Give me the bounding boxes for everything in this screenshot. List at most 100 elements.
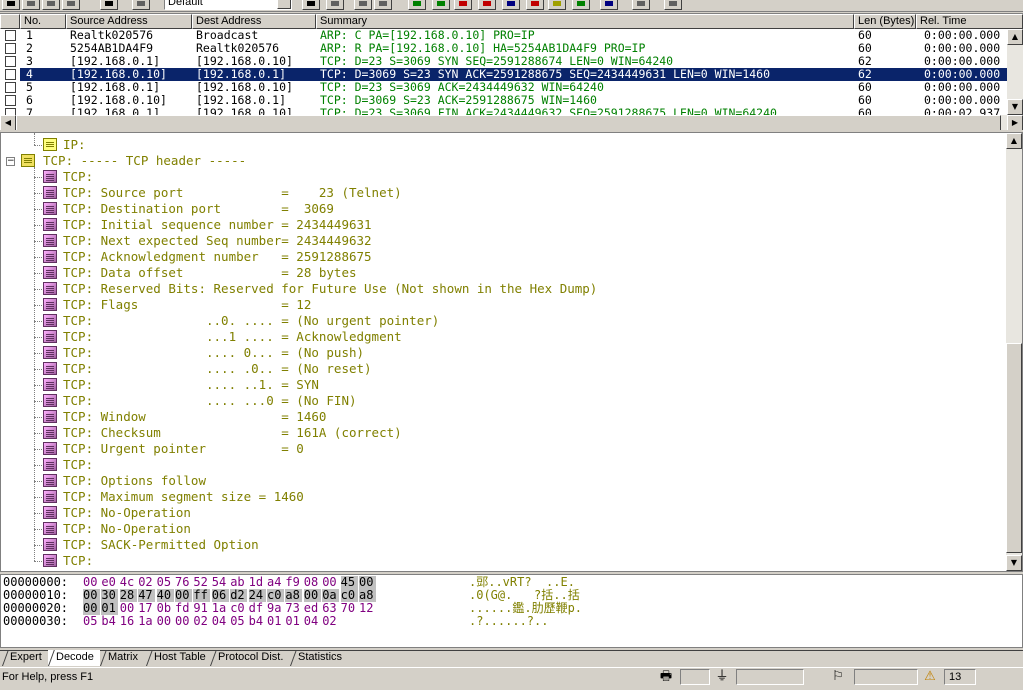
decode-vertical-scrollbar[interactable]: ▲ ▼ <box>1006 133 1022 571</box>
display-icon[interactable] <box>100 0 118 10</box>
hex-byte[interactable]: b4 <box>101 615 118 628</box>
scroll-down-icon[interactable]: ▼ <box>1006 555 1022 571</box>
matrix-icon[interactable] <box>572 0 590 10</box>
column-header-len[interactable]: Len (Bytes) <box>854 14 916 29</box>
decode-line[interactable]: TCP: Next expected Seq number= 243444963… <box>1 233 981 249</box>
hex-byte[interactable]: 70 <box>341 602 358 615</box>
decode-line[interactable]: TCP: .... .0.. = (No reset) <box>1 361 981 377</box>
packet-checkbox[interactable] <box>5 56 16 67</box>
decode-line[interactable]: TCP: Reserved Bits: Reserved for Future … <box>1 281 981 297</box>
hex-byte[interactable]: 00 <box>175 615 192 628</box>
capture-icon[interactable] <box>132 0 150 10</box>
hex-byte[interactable]: 01 <box>267 615 284 628</box>
decode-line[interactable]: TCP: Maximum segment size = 1460 <box>1 489 981 505</box>
hex-dump-pane[interactable]: 00000000: 00 e0 4c 02 05 76 52 54 ab 1d a4 f9 08 00 45 0… <box>0 574 1023 648</box>
column-header-check[interactable] <box>0 14 20 29</box>
decode-ip-node[interactable]: IP: <box>1 137 981 153</box>
packet-row[interactable]: 1 Realtk020576 Broadcast ARP: C PA=[192.168… <box>0 29 1007 42</box>
decode-line[interactable]: TCP: ..0. .... = (No urgent pointer) <box>1 313 981 329</box>
decode-line[interactable]: TCP: Initial sequence number = 243444963… <box>1 217 981 233</box>
hex-byte[interactable]: 02 <box>322 615 339 628</box>
decode-line[interactable]: TCP: No-Operation <box>1 505 981 521</box>
decode-scroll-thumb[interactable] <box>1006 343 1022 553</box>
decode-line[interactable]: TCP: .... ..1. = SYN <box>1 377 981 393</box>
filter-icon[interactable] <box>408 0 426 10</box>
decode-line[interactable]: TCP: Urgent pointer = 0 <box>1 441 981 457</box>
play-icon[interactable] <box>2 0 20 10</box>
decode-line[interactable]: TCP: Acknowledgment number = 2591288675 <box>1 249 981 265</box>
scroll-down-icon[interactable]: ▼ <box>1007 99 1023 115</box>
decode-line[interactable]: TCP: Options follow <box>1 473 981 489</box>
hex-byte[interactable]: 16 <box>120 615 137 628</box>
tab-decode[interactable]: Decode <box>48 650 100 666</box>
decode-line[interactable]: TCP: .... ...0 = (No FIN) <box>1 393 981 409</box>
decode-line[interactable]: TCP: ...1 .... = Acknowledgment <box>1 329 981 345</box>
column-header-source[interactable]: Source Address <box>66 14 192 29</box>
hex-byte[interactable]: b4 <box>249 615 266 628</box>
column-header-no[interactable]: No. <box>20 14 66 29</box>
tab-protocol-dist[interactable]: Protocol Dist. <box>210 650 289 666</box>
scroll-up-icon[interactable]: ▲ <box>1007 29 1023 45</box>
packet-checkbox[interactable] <box>5 43 16 54</box>
decode-line[interactable]: TCP: <box>1 169 981 185</box>
decode-pane[interactable]: IP: − TCP: ----- TCP header ----- TCP: TCP: … <box>0 132 1023 572</box>
options-icon[interactable] <box>632 0 650 10</box>
packet-list-horizontal-scrollbar[interactable]: ◀ ▶ <box>0 115 1023 130</box>
scroll-right-icon[interactable]: ▶ <box>1007 115 1023 130</box>
packet-checkbox[interactable] <box>5 95 16 106</box>
decode-line[interactable]: TCP: Flags = 12 <box>1 297 981 313</box>
open-icon[interactable] <box>302 0 320 10</box>
tab-host-table[interactable]: Host Table <box>146 650 212 666</box>
hex-byte[interactable]: 02 <box>193 615 210 628</box>
decode-tcp-header-node[interactable]: − TCP: ----- TCP header ----- <box>1 153 981 169</box>
address-book-icon[interactable] <box>548 0 566 10</box>
decode-line[interactable]: TCP: Checksum = 161A (correct) <box>1 425 981 441</box>
tab-matrix[interactable]: Matrix <box>100 650 144 666</box>
hex-byte[interactable]: 12 <box>359 602 376 615</box>
decode-line[interactable]: TCP: <box>1 553 981 569</box>
packet-row[interactable]: 7 [192.168.0.1] [192.168.0.10] TCP: D=23 S=… <box>0 107 1007 115</box>
history-icon[interactable] <box>526 0 544 10</box>
decode-line[interactable]: TCP: <box>1 457 981 473</box>
hex-byte[interactable]: 05 <box>230 615 247 628</box>
column-header-summary[interactable]: Summary <box>316 14 854 29</box>
column-header-time[interactable]: Rel. Time <box>916 14 1023 29</box>
pause-icon[interactable] <box>22 0 40 10</box>
packet-row[interactable]: 5 [192.168.0.1] [192.168.0.10] TCP: D=23 S=… <box>0 81 1007 94</box>
decode-line[interactable]: TCP: SACK-Permitted Option <box>1 537 981 553</box>
horizontal-scroll-thumb[interactable] <box>16 115 1001 130</box>
packet-checkbox[interactable] <box>5 108 16 115</box>
hex-byte[interactable]: 04 <box>212 615 229 628</box>
hex-byte[interactable]: 04 <box>304 615 321 628</box>
scroll-up-icon[interactable]: ▲ <box>1006 133 1022 149</box>
column-header-dest[interactable]: Dest Address <box>192 14 316 29</box>
expert-icon[interactable] <box>600 0 618 10</box>
scroll-left-icon[interactable]: ◀ <box>0 115 16 130</box>
chevron-down-icon[interactable] <box>277 0 291 9</box>
decode-line[interactable]: TCP: Window = 1460 <box>1 409 981 425</box>
decode-line[interactable]: TCP: Destination port = 3069 <box>1 201 981 217</box>
hex-byte[interactable]: 00 <box>157 615 174 628</box>
packet-checkbox[interactable] <box>5 30 16 41</box>
profile-select[interactable]: Default <box>164 0 292 10</box>
tab-statistics[interactable]: Statistics <box>290 650 348 666</box>
dashboard-icon[interactable] <box>502 0 520 10</box>
packet-row[interactable]: 4 [192.168.0.10] [192.168.0.1] TCP: D=3069 … <box>0 67 1007 82</box>
stop-icon[interactable] <box>42 0 60 10</box>
hex-line[interactable]: 00000030: 05 b4 16 1a 00 00 02 04 05 b4 01 01 04 02.?.… <box>3 615 1003 628</box>
collapse-icon[interactable]: − <box>6 157 15 166</box>
tab-expert[interactable]: Expert <box>2 650 48 666</box>
packet-row[interactable]: 2 5254AB1DA4F9 Realtk020576 ARP: R PA=[192.… <box>0 42 1007 55</box>
help-icon[interactable] <box>664 0 682 10</box>
mark-icon[interactable] <box>454 0 472 10</box>
packet-list-vertical-scrollbar[interactable]: ▲ ▼ <box>1007 29 1023 115</box>
define-filter-icon[interactable] <box>432 0 450 10</box>
alarm-icon[interactable] <box>478 0 496 10</box>
print-icon[interactable] <box>354 0 372 10</box>
packet-row[interactable]: 6 [192.168.0.10] [192.168.0.1] TCP: D=3069 … <box>0 94 1007 107</box>
decode-line[interactable]: TCP: No-Operation <box>1 521 981 537</box>
stop-display-icon[interactable] <box>62 0 80 10</box>
decode-line[interactable]: TCP: Data offset = 28 bytes <box>1 265 981 281</box>
packet-checkbox[interactable] <box>5 82 16 93</box>
hex-byte[interactable]: 01 <box>285 615 302 628</box>
